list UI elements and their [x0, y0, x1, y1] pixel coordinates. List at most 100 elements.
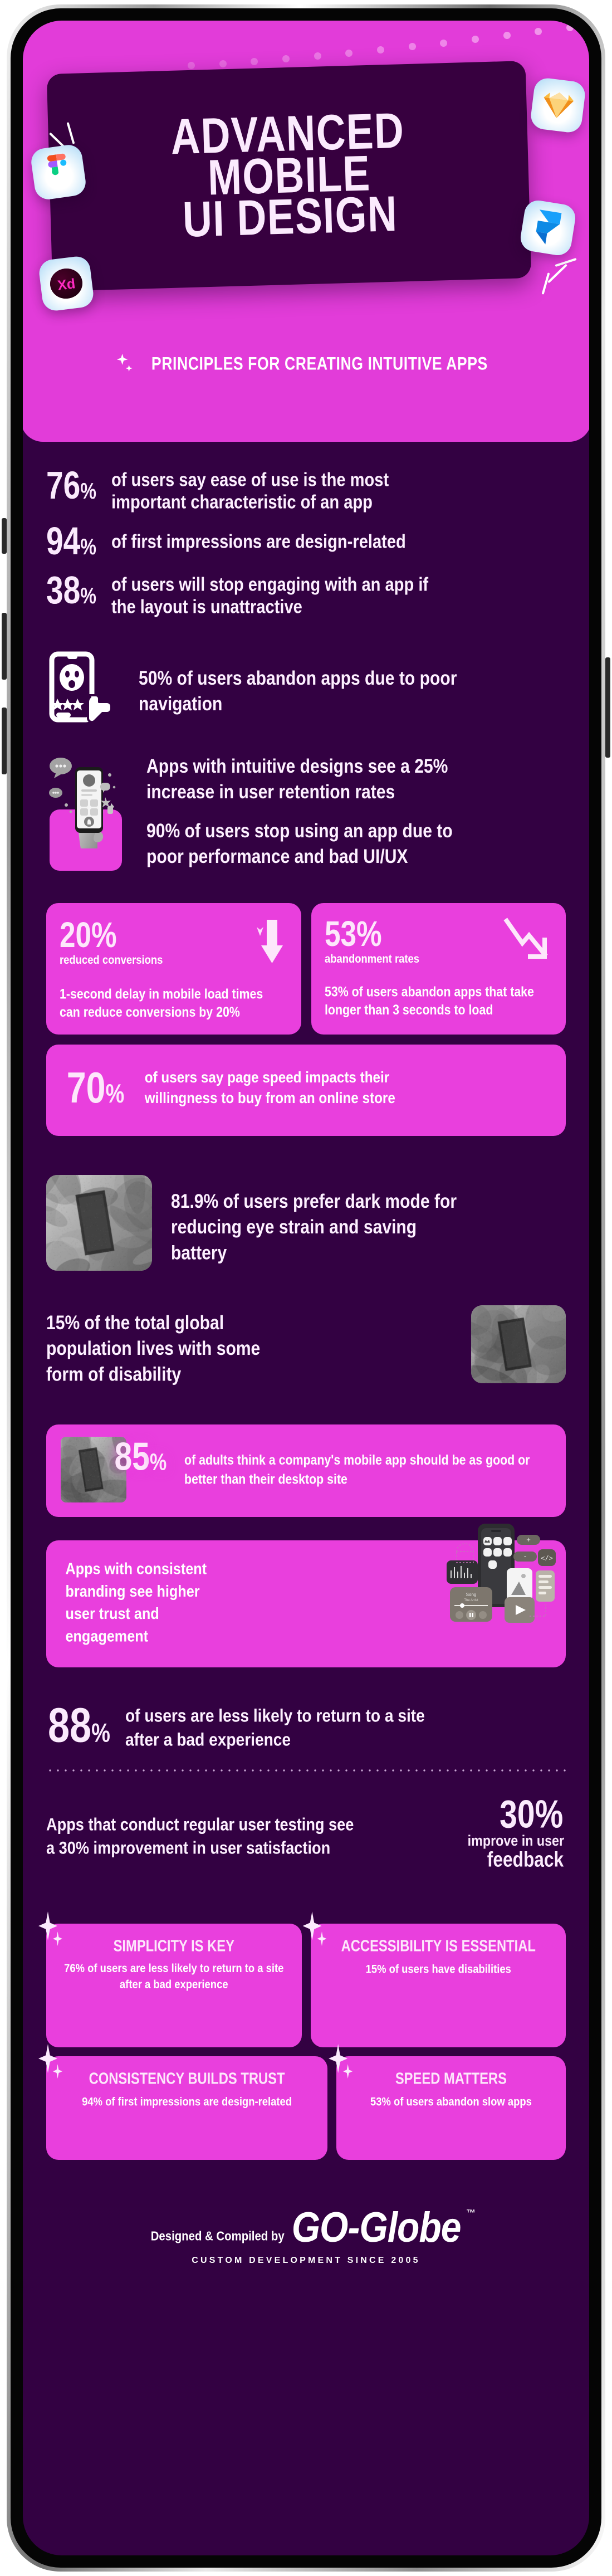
go-globe-logo-text: GO-Globe: [291, 2203, 462, 2251]
abandonment-card-subtitle: abandonment rates: [324, 952, 419, 966]
takeaway-body: 94% of first impressions are design-rela…: [82, 2095, 292, 2109]
retention-block: Apps with intuitive designs see a 25% in…: [23, 726, 589, 871]
sketch-icon: [529, 76, 587, 134]
svg-text:Xd: Xd: [57, 276, 76, 294]
user-testing-stat: 30% improve in user feedback: [466, 1792, 566, 1871]
infographic-content: 76% of users say ease of use is the most…: [23, 444, 589, 2333]
phone-power-button[interactable]: [605, 657, 610, 758]
declining-trend-icon: [503, 918, 551, 966]
svg-text:+: +: [526, 1535, 531, 1544]
phone-volume-down-button[interactable]: [2, 708, 7, 774]
sparkle-icon: [38, 2044, 67, 2084]
mobile-app-card: 85% of adults think a company's mobile a…: [46, 1424, 566, 1518]
footer-tagline: CUSTOM DEVELOPMENT SINCE 2005: [192, 2256, 420, 2266]
key-stats-section: 76% of users say ease of use is the most…: [23, 444, 589, 617]
performance-cards: 20% reduced conversions 1-second delay i…: [23, 871, 589, 1035]
dark-mode-block: 81.9% of users prefer dark mode for redu…: [23, 1136, 589, 1271]
phone-frame: ADVANCED MOBILE UI DESIGN Xd PRINCIPLES …: [7, 4, 605, 2572]
svg-text:</>: </>: [541, 1555, 553, 1563]
return-stat-text: of users are less likely to return to a …: [125, 1706, 425, 1750]
branding-card-wrap: Apps with consistent branding see higher…: [23, 1517, 589, 1667]
stat-row: 38% of users will stop engaging with an …: [46, 568, 566, 617]
abandonment-card-body: 53% of users abandon apps that take long…: [324, 984, 534, 1018]
stat-text: of first impressions are design-related: [111, 531, 406, 553]
phone-bezel: ADVANCED MOBILE UI DESIGN Xd PRINCIPLES …: [11, 8, 601, 2568]
page-speed-text: of users say page speed impacts their wi…: [144, 1068, 395, 1106]
abandonment-card: 53% abandonment rates 53% of users aband…: [311, 903, 566, 1035]
return-stat-percent: 88%: [47, 1697, 110, 1753]
navigation-stat-text: 50% of users abandon apps due to poor na…: [139, 667, 457, 715]
svg-text:The Artist: The Artist: [464, 1599, 478, 1602]
svg-text:-: -: [524, 1552, 526, 1560]
mobile-app-text: of adults think a company's mobile app s…: [184, 1452, 530, 1487]
disability-text: 15% of the total global population lives…: [46, 1311, 261, 1385]
navigation-stat-block: 50% of users abandon apps due to poor na…: [23, 618, 589, 726]
stat-percent: 94%: [46, 519, 97, 563]
branding-card: Apps with consistent branding see higher…: [46, 1524, 566, 1667]
phone-thumbs-down-icon: [46, 651, 119, 726]
mobile-app-card-wrap: 85% of adults think a company's mobile a…: [23, 1383, 589, 1518]
takeaway-title: SPEED MATTERS: [395, 2069, 507, 2088]
page-speed-card-wrap: 70% of users say page speed impacts thei…: [23, 1035, 589, 1136]
takeaway-card-speed: SPEED MATTERS 53% of users abandon slow …: [329, 2044, 566, 2160]
user-testing-percent: 30%: [500, 1792, 564, 1837]
takeaway-body: 53% of users abandon slow apps: [370, 2095, 532, 2109]
takeaway-card-accessibility: ACCESSIBILITY IS ESSENTIAL 15% of users …: [302, 1911, 566, 2048]
phone-screen: ADVANCED MOBILE UI DESIGN Xd PRINCIPLES …: [23, 21, 589, 2555]
return-stat-block: 88% of users are less likely to return t…: [23, 1667, 589, 1753]
takeaway-body: 15% of users have disabilities: [365, 1963, 511, 1977]
phone-silent-switch[interactable]: [2, 518, 7, 554]
takeaway-title: SIMPLICITY IS KEY: [113, 1936, 234, 1955]
down-arrow-icon: [252, 918, 285, 968]
takeaway-title: ACCESSIBILITY IS ESSENTIAL: [341, 1936, 536, 1955]
dark-mode-text: 81.9% of users prefer dark mode for redu…: [171, 1190, 457, 1264]
svg-text:Song: Song: [466, 1592, 477, 1597]
page-title: ADVANCED MOBILE UI DESIGN: [47, 61, 532, 291]
adobe-xd-icon: Xd: [37, 255, 95, 313]
hero-subtitle-label: PRINCIPLES FOR CREATING INTUITIVE APPS: [151, 353, 488, 374]
user-testing-text: Apps that conduct regular user testing s…: [46, 1814, 354, 1858]
disability-block: 15% of the total global population lives…: [23, 1271, 589, 1385]
takeaway-body: 76% of users are less likely to return t…: [64, 1962, 284, 1992]
user-testing-block: Apps that conduct regular user testing s…: [23, 1772, 589, 1871]
stat-row: 94% of first impressions are design-rela…: [46, 519, 566, 563]
takeaway-card-consistency: CONSISTENCY BUILDS TRUST 94% of first im…: [38, 2044, 328, 2160]
page-speed-percent: 70%: [66, 1063, 125, 1112]
user-testing-sub-line-2: feedback: [487, 1847, 564, 1871]
conversion-card: 20% reduced conversions 1-second delay i…: [46, 903, 301, 1035]
floating-ui-components-illustration: + - </> Song The Artist: [434, 1520, 562, 1635]
person-with-glasses-using-tablet-photo: [471, 1305, 566, 1384]
stat-text: of users will stop engaging with an app …: [111, 574, 428, 617]
footer: Designed & Compiled by GO-Globe ™ CUSTOM…: [23, 2160, 589, 2333]
hero-title-card: ADVANCED MOBILE UI DESIGN: [46, 61, 532, 291]
takeaways-wrap: SIMPLICITY IS KEY 76% of users are less …: [23, 1870, 589, 2160]
branding-card-text: Apps with consistent branding see higher…: [65, 1559, 207, 1645]
conversion-card-subtitle: reduced conversions: [60, 953, 163, 967]
abandonment-card-percent: 53%: [324, 914, 382, 954]
go-globe-logo: GO-Globe ™: [289, 2203, 476, 2251]
footer-credit: Designed & Compiled by: [150, 2229, 285, 2244]
figma-icon: [30, 143, 87, 201]
mobile-app-percent: 85%: [114, 1435, 167, 1479]
retention-text-line-2: 90% of users stop using an app due to po…: [146, 819, 453, 868]
conversion-card-body: 1-second delay in mobile load times can …: [60, 986, 263, 1021]
stat-percent: 76%: [46, 464, 97, 508]
takeaway-card-simplicity: SIMPLICITY IS KEY 76% of users are less …: [38, 1911, 302, 2048]
hero-banner: ADVANCED MOBILE UI DESIGN Xd PRINCIPLES …: [23, 21, 589, 442]
framer-icon: [518, 198, 577, 257]
conversion-card-percent: 20%: [60, 915, 117, 955]
hand-holding-phone-illustration: [46, 754, 130, 871]
stat-percent: 38%: [46, 568, 97, 612]
page-speed-card: 70% of users say page speed impacts thei…: [46, 1045, 566, 1136]
sparkle-decoration-right: [535, 251, 579, 295]
trademark-symbol: ™: [466, 2208, 476, 2219]
hero-title-line-3: UI DESIGN: [182, 186, 399, 248]
stat-text: of users say ease of use is the most imp…: [111, 470, 389, 513]
phone-volume-up-button[interactable]: [2, 613, 7, 680]
takeaway-title: CONSISTENCY BUILDS TRUST: [89, 2069, 285, 2088]
retention-text-line-1: Apps with intuitive designs see a 25% in…: [146, 755, 448, 803]
hand-holding-phone-dark-mode-photo: [46, 1175, 152, 1271]
hero-subtitle: PRINCIPLES FOR CREATING INTUITIVE APPS: [23, 330, 589, 397]
stat-row: 76% of users say ease of use is the most…: [46, 466, 566, 513]
sparkle-icon: [116, 353, 136, 375]
